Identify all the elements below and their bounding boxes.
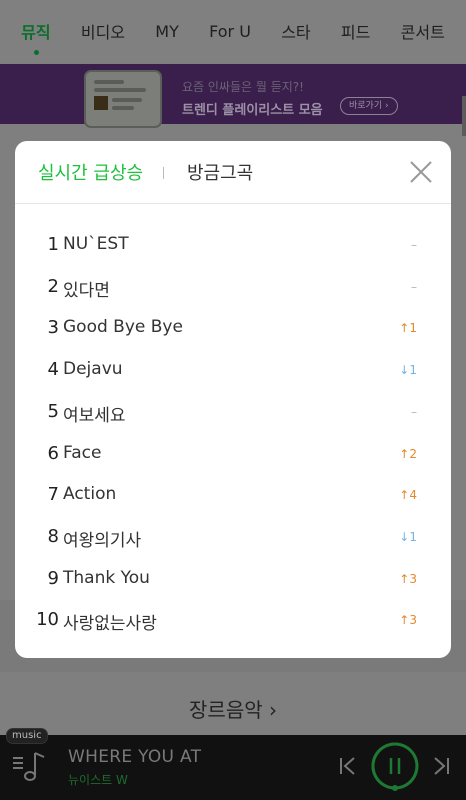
now-playing-artist: 뉴이스트 W (68, 773, 128, 787)
chart-rank: 3 (47, 317, 59, 339)
playlist-music-icon[interactable] (10, 746, 50, 786)
tab-feed[interactable]: 피드 (337, 19, 374, 43)
rank-change: ↓1 (399, 363, 417, 378)
tab-music[interactable]: 뮤직 (17, 19, 54, 55)
rank-change: – (411, 279, 417, 294)
chart-song-title: Dejavu (63, 359, 123, 380)
chart-song-title: Face (63, 442, 102, 463)
chart-rank: 6 (47, 442, 59, 464)
rank-change: ↓1 (399, 529, 417, 544)
chart-rank: 4 (47, 359, 59, 381)
previous-track-icon[interactable] (337, 754, 359, 778)
rank-change: ↑3 (399, 613, 417, 628)
banner-subtitle: 요즘 인싸들은 뭘 듣지?! (182, 80, 304, 94)
modal-tabs: 실시간 급상승 방금그곡 (15, 141, 451, 204)
chart-rank: 8 (47, 525, 59, 547)
tab-my[interactable]: MY (151, 22, 183, 41)
chart-row[interactable]: 1 NU`EST – (15, 224, 451, 266)
rank-change: ↑1 (399, 321, 417, 336)
chart-row[interactable]: 9 Thank You ↑3 (15, 558, 451, 600)
rank-change: – (411, 404, 417, 419)
music-badge: music (6, 728, 48, 744)
chart-row[interactable]: 10 사랑없는사랑 ↑3 (15, 599, 451, 641)
tab-divider (163, 167, 164, 179)
active-tab-dot (33, 50, 39, 55)
banner-title: 트렌디 플레이리스트 모음 (182, 103, 323, 118)
tab-just-that-song[interactable]: 방금그곡 (187, 159, 253, 185)
tab-for-u[interactable]: For U (205, 22, 255, 41)
chart-row[interactable]: 8 여왕의기사 ↓1 (15, 516, 451, 558)
chart-row[interactable]: 2 있다면 – (15, 266, 451, 308)
rank-change: ↑2 (399, 446, 417, 461)
promo-banner[interactable]: 요즘 인싸들은 뭘 듣지?! 트렌디 플레이리스트 모음 바로가기 › (0, 64, 466, 128)
chart-song-title: 여보세요 (63, 405, 126, 426)
chart-modal: 실시간 급상승 방금그곡 1 NU`EST – 2 있다면 – 3 Good Bye Bye ↑… (15, 141, 451, 658)
chart-song-title: 사랑없는사랑 (63, 614, 157, 635)
close-icon[interactable] (407, 158, 435, 186)
next-track-icon[interactable] (430, 754, 452, 778)
chart-row[interactable]: 7 Action ↑4 (15, 474, 451, 516)
rank-change: ↑3 (399, 571, 417, 586)
chart-row[interactable]: 5 여보세요 – (15, 391, 451, 433)
tab-video[interactable]: 비디오 (77, 19, 129, 43)
rank-change: ↑4 (399, 488, 417, 503)
phone-illustration (84, 70, 162, 128)
chart-row[interactable]: 3 Good Bye Bye ↑1 (15, 307, 451, 349)
chart-song-title: NU`EST (63, 234, 129, 254)
chart-rank: 9 (47, 567, 59, 589)
chart-song-title: 있다면 (63, 280, 110, 301)
banner-go-button[interactable]: 바로가기 › (340, 97, 398, 115)
tab-realtime-rising[interactable]: 실시간 급상승 (38, 159, 143, 185)
pause-icon[interactable] (370, 741, 420, 791)
chart-rank: 5 (47, 400, 59, 422)
chart-song-title: Thank You (63, 567, 150, 588)
tab-star[interactable]: 스타 (277, 19, 314, 43)
chart-rank: 1 (47, 234, 59, 255)
chart-rank: 7 (47, 484, 59, 506)
now-playing-title: WHERE YOU AT (68, 747, 202, 767)
chart-song-title: Good Bye Bye (63, 317, 183, 338)
top-nav: 뮤직 비디오 MY For U 스타 피드 콘서트 (0, 0, 466, 62)
chart-song-title: Action (63, 484, 117, 505)
scrollbar[interactable] (462, 96, 466, 136)
tab-concert[interactable]: 콘서트 (397, 19, 449, 43)
chart-song-title: 여왕의기사 (63, 530, 142, 551)
chart-row[interactable]: 4 Dejavu ↓1 (15, 349, 451, 391)
genre-music-link[interactable]: 장르음악 › (0, 694, 466, 723)
chart-rank: 2 (47, 275, 59, 297)
chart-row[interactable]: 6 Face ↑2 (15, 433, 451, 475)
rank-change: – (411, 238, 417, 252)
chart-rank: 10 (36, 609, 59, 631)
